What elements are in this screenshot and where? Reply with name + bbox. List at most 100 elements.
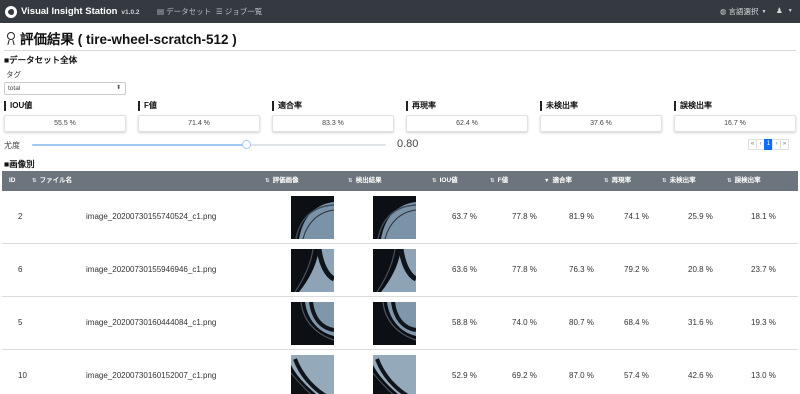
navbar: Visual Insight Station v1.0.2 ▤ データセット ☰… xyxy=(0,0,800,23)
sort-icon: ⇅ xyxy=(662,178,667,184)
cell-recall: 57.4 % xyxy=(624,371,649,380)
cell-precision: 81.9 % xyxy=(569,212,594,221)
tag-label: タグ xyxy=(6,70,21,79)
column-header-miss[interactable]: ⇅ 未検出率 xyxy=(662,171,696,191)
sort-icon: ⇅ xyxy=(604,178,609,184)
metric-value-false: 16.7 % xyxy=(674,115,796,132)
image-section-heading: ■画像別 xyxy=(4,159,35,169)
metric-label-recall: 再現率 xyxy=(406,101,436,111)
column-header-filename[interactable]: ⇅ ファイル名 xyxy=(32,171,72,191)
globe-icon: ◍ xyxy=(720,7,727,16)
language-dropdown[interactable]: ◍ 言語選択 ▼ xyxy=(720,6,767,17)
cell-recall: 68.4 % xyxy=(624,318,649,327)
user-dropdown[interactable]: ♟ ▼ xyxy=(776,6,793,15)
cell-iou: 63.7 % xyxy=(452,212,477,221)
cell-id: 5 xyxy=(18,318,23,327)
cell-filename: image_20200730160152007_c1.png xyxy=(86,371,217,380)
table-row[interactable]: 5 image_20200730160444084_c1.png 58.8 % … xyxy=(2,297,798,350)
column-header-detection[interactable]: ⇅ 検出結果 xyxy=(348,171,382,191)
page-title: 評価結果 ( tire-wheel-scratch-512 ) xyxy=(6,30,237,47)
pagination: « ‹ 1 › » xyxy=(748,139,789,150)
tag-select[interactable]: total ⬍ xyxy=(4,82,126,95)
column-header-eval-image[interactable]: ⇅ 評価画像 xyxy=(265,171,299,191)
cell-false: 13.0 % xyxy=(751,371,776,380)
brand-version: v1.0.2 xyxy=(121,9,140,16)
cell-filename: image_20200730160444084_c1.png xyxy=(86,318,217,327)
tag-select-value: total xyxy=(8,85,21,92)
table-icon: ▤ xyxy=(157,7,165,16)
nav-link-jobs[interactable]: ☰ ジョブ一覧 xyxy=(216,6,262,17)
table-row[interactable]: 10 image_20200730160152007_c1.png 52.9 %… xyxy=(2,350,798,394)
cell-f: 77.8 % xyxy=(512,265,537,274)
table-row[interactable]: 2 image_20200730155740524_c1.png 63.7 % … xyxy=(2,191,798,244)
nav-link-label: ジョブ一覧 xyxy=(224,7,263,16)
cell-id: 10 xyxy=(18,371,27,380)
evaluation-image[interactable] xyxy=(291,249,334,292)
metric-value-miss: 37.6 % xyxy=(540,115,662,132)
column-header-recall[interactable]: ⇅ 再現率 xyxy=(604,171,631,191)
cell-miss: 31.6 % xyxy=(688,318,713,327)
chevron-down-icon: ▼ xyxy=(787,7,793,14)
metric-label-false: 誤検出率 xyxy=(674,101,712,111)
chevron-down-icon: ▼ xyxy=(761,8,767,15)
column-header-iou[interactable]: ⇅ IOU値 xyxy=(432,171,458,191)
language-label: 言語選択 xyxy=(728,7,759,16)
sort-icon: ⇅ xyxy=(265,178,270,184)
likelihood-slider-track[interactable] xyxy=(246,144,386,146)
cell-precision: 76.3 % xyxy=(569,265,594,274)
column-header-precision[interactable]: ▼ 適合率 xyxy=(544,171,572,191)
cell-f: 74.0 % xyxy=(512,318,537,327)
cell-false: 19.3 % xyxy=(751,318,776,327)
cell-miss: 20.8 % xyxy=(688,265,713,274)
page-title-text: 評価結果 ( tire-wheel-scratch-512 ) xyxy=(20,32,237,47)
sort-desc-icon: ▼ xyxy=(544,178,550,184)
list-icon: ☰ xyxy=(216,7,223,16)
cell-recall: 79.2 % xyxy=(624,265,649,274)
metric-value-iou: 55.5 % xyxy=(4,115,126,132)
metric-value-precision: 83.3 % xyxy=(272,115,394,132)
title-divider xyxy=(4,50,796,51)
sort-icon: ⇅ xyxy=(348,178,353,184)
detection-result-image[interactable] xyxy=(373,302,416,345)
nav-link-datasets[interactable]: ▤ データセット xyxy=(157,6,211,17)
select-arrows-icon: ⬍ xyxy=(115,85,121,91)
brand[interactable]: Visual Insight Station v1.0.2 xyxy=(5,4,140,19)
likelihood-slider-fill[interactable] xyxy=(32,144,246,146)
likelihood-slider-thumb[interactable] xyxy=(242,140,251,149)
metric-label-precision: 適合率 xyxy=(272,101,302,111)
cell-filename: image_20200730155946946_c1.png xyxy=(86,265,217,274)
cell-iou: 52.9 % xyxy=(452,371,477,380)
cell-precision: 87.0 % xyxy=(569,371,594,380)
column-header-id[interactable]: ID xyxy=(9,171,16,191)
likelihood-label: 尤度 xyxy=(4,141,20,150)
evaluation-image[interactable] xyxy=(291,196,334,239)
sort-icon: ⇅ xyxy=(32,178,37,184)
detection-result-image[interactable] xyxy=(373,196,416,239)
cell-iou: 63.6 % xyxy=(452,265,477,274)
cell-miss: 25.9 % xyxy=(688,212,713,221)
cell-miss: 42.6 % xyxy=(688,371,713,380)
metric-label-miss: 未検出率 xyxy=(540,101,578,111)
cell-id: 2 xyxy=(18,212,23,221)
sort-icon: ⇅ xyxy=(727,178,732,184)
brand-name: Visual Insight Station xyxy=(21,6,118,17)
evaluation-image[interactable] xyxy=(291,302,334,345)
table-row[interactable]: 6 image_20200730155946946_c1.png 63.6 % … xyxy=(2,244,798,297)
detection-result-image[interactable] xyxy=(373,249,416,292)
column-header-f[interactable]: ⇅ F値 xyxy=(490,171,508,191)
cell-false: 18.1 % xyxy=(751,212,776,221)
dataset-section-heading: ■データセット全体 xyxy=(4,55,78,65)
detection-result-image[interactable] xyxy=(373,355,416,394)
metric-value-recall: 62.4 % xyxy=(406,115,528,132)
pagination-last[interactable]: » xyxy=(780,139,789,150)
cell-id: 6 xyxy=(18,265,23,274)
user-icon: ♟ xyxy=(776,6,783,15)
cell-filename: image_20200730155740524_c1.png xyxy=(86,212,217,221)
evaluation-image[interactable] xyxy=(291,355,334,394)
results-table-header: ID ⇅ ファイル名 ⇅ 評価画像 ⇅ 検出結果 ⇅ IOU値 ⇅ F値 ▼ 適合率 ⇅ 再現… xyxy=(2,171,798,191)
column-header-false[interactable]: ⇅ 誤検出率 xyxy=(727,171,761,191)
cell-recall: 74.1 % xyxy=(624,212,649,221)
sort-icon: ⇅ xyxy=(490,178,495,184)
metric-label-f: F値 xyxy=(138,101,157,111)
cell-precision: 80.7 % xyxy=(569,318,594,327)
